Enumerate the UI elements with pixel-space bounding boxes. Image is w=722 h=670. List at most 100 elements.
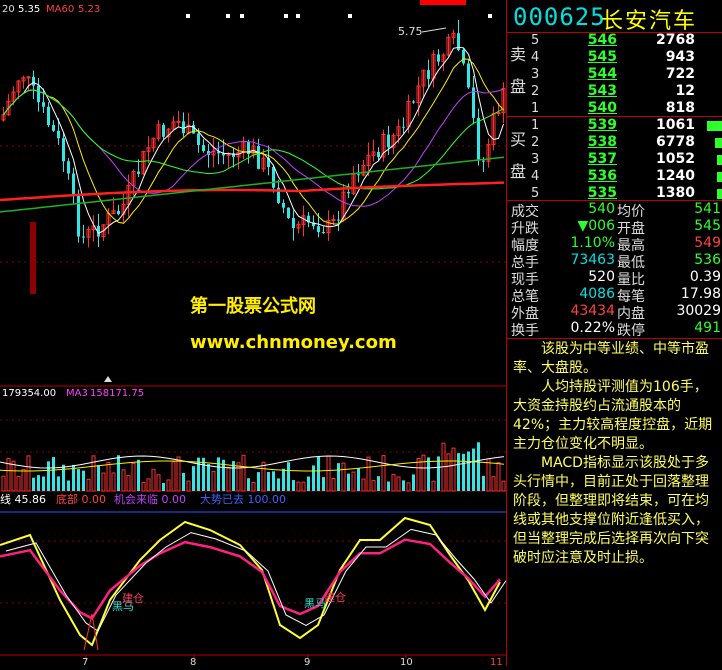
x-tick-11: 11 <box>490 657 503 666</box>
volume-bar <box>482 475 485 491</box>
volume-bar <box>427 457 430 491</box>
sell-label-1: 卖 <box>510 45 527 64</box>
volume-bar <box>267 471 270 491</box>
volume-bar <box>57 476 60 491</box>
ask-price: 544 <box>587 66 617 82</box>
stat-value: 30029 <box>676 303 721 319</box>
candle <box>141 150 146 176</box>
volume-bar <box>162 482 165 491</box>
ask-volume: 722 <box>665 66 695 82</box>
stat-value: 536 <box>694 252 721 268</box>
stock-title: 000625 长安汽车 <box>507 0 722 34</box>
x-tick-8: 8 <box>190 657 196 666</box>
volume-bar <box>257 472 260 491</box>
top-legend-value: 5.35 <box>18 4 40 15</box>
volume-bar <box>317 456 320 491</box>
bid-volume: 1052 <box>656 151 695 167</box>
candle <box>381 129 386 162</box>
volume-bar <box>387 481 390 491</box>
bid-volume: 1240 <box>656 168 695 184</box>
bid-volume: 1380 <box>656 185 695 201</box>
ask-price: 543 <box>587 83 617 99</box>
volume-bar <box>217 457 220 491</box>
bid-row[interactable]: 1 539 1061 <box>529 117 722 135</box>
volume-bar <box>117 455 120 491</box>
ask-price: 546 <box>587 32 617 48</box>
volume-bar <box>37 475 40 491</box>
candlestick-chart[interactable]: 20 5.35 MA60 5.23 5.75 第一股票公式网 www.chnmo… <box>0 0 507 668</box>
volume-bar <box>77 469 80 491</box>
volume-bar <box>62 464 65 491</box>
stat-value: 17.98 <box>680 286 721 302</box>
volume-value: 179354.00 <box>2 388 56 399</box>
bid-price: 537 <box>587 151 617 167</box>
volume-bar <box>477 442 480 491</box>
ask-level: 1 <box>531 101 540 116</box>
annotation-build-position-2: 建仓 <box>324 590 346 604</box>
ma60-value: 5.23 <box>78 4 100 15</box>
ask-row[interactable]: 5 546 2768 <box>529 32 722 50</box>
stat-value: 541 <box>694 201 721 217</box>
quote-panel: 000625 长安汽车 卖 盘 5 546 2768 4 545 943 3 544 722… <box>506 0 722 666</box>
bid-price: 535 <box>587 185 617 201</box>
volume-bar <box>287 462 290 491</box>
volume-bar <box>467 451 470 491</box>
volume-bar <box>357 468 360 491</box>
stock-name: 长安汽车 <box>601 9 698 34</box>
stat-label: 换手 <box>511 323 539 339</box>
volume-bar <box>462 453 465 491</box>
ask-volume: 818 <box>665 100 695 116</box>
ask-row[interactable]: 2 543 12 <box>529 83 722 101</box>
stat-value: 520 <box>588 269 615 285</box>
stat-value: ▼006 <box>577 218 616 234</box>
volume-bar <box>97 465 100 491</box>
stat-value: 549 <box>694 235 721 251</box>
stat-value: 540 <box>588 201 615 217</box>
ask-level: 5 <box>531 33 540 48</box>
volume-bar <box>292 480 295 491</box>
bid-row[interactable]: 4 536 1240 <box>529 168 722 186</box>
bid-level: 4 <box>531 169 540 184</box>
annotation-build-position-1: 建仓 <box>122 591 144 605</box>
bid-row[interactable]: 2 538 6778 <box>529 134 722 152</box>
top-legend-prefix: 20 <box>2 4 15 15</box>
ask-book: 卖 盘 5 546 2768 4 545 943 3 544 722 2 543 12 1 540… <box>507 32 722 118</box>
bid-level: 1 <box>531 118 540 133</box>
bid-volume: 6778 <box>656 134 695 150</box>
stat-value: 491 <box>694 320 721 336</box>
ask-level: 4 <box>531 50 540 65</box>
bid-row[interactable]: 3 537 1052 <box>529 151 722 169</box>
volume-bar <box>47 461 50 491</box>
volume-bar <box>322 477 325 491</box>
buy-label-1: 买 <box>510 130 527 149</box>
ma60-label: MA60 <box>46 4 74 15</box>
bid-volume: 1061 <box>656 117 695 133</box>
volume-bar <box>277 478 280 491</box>
buy-label-2: 盘 <box>510 162 527 181</box>
bid-level: 5 <box>531 186 540 201</box>
ma3-value: 158171.75 <box>90 388 144 399</box>
ask-volume: 2768 <box>656 32 695 48</box>
ask-row[interactable]: 3 544 722 <box>529 66 722 84</box>
candle <box>162 122 165 140</box>
watermark-url: www.chnmoney.com <box>190 332 397 353</box>
indicator-legend-bottom: 底部 0.00 <box>56 492 106 506</box>
ask-price: 545 <box>587 49 617 65</box>
x-tick-10: 10 <box>400 657 413 666</box>
indicator-legend-line: 线 45.86 <box>0 492 46 506</box>
candle <box>287 207 290 219</box>
volume-bar <box>192 466 195 491</box>
chart-area[interactable]: 20 5.35 MA60 5.23 5.75 第一股票公式网 www.chnmo… <box>0 0 507 668</box>
candle <box>446 33 451 57</box>
bid-price: 538 <box>587 134 617 150</box>
analysis-paragraph: 人均持股评测值为106手，大资金持股约占流通股本的42%；主力较高程度控盘，近期… <box>513 379 713 452</box>
volume-bar <box>312 465 315 491</box>
stock-code: 000625 <box>513 3 606 31</box>
bid-level: 3 <box>531 152 540 167</box>
volume-bar <box>307 476 310 491</box>
volume-bar <box>42 476 45 491</box>
volume-bar <box>207 464 210 491</box>
volume-bar <box>377 476 380 491</box>
ask-price: 540 <box>587 100 617 116</box>
ask-row[interactable]: 4 545 943 <box>529 49 722 67</box>
